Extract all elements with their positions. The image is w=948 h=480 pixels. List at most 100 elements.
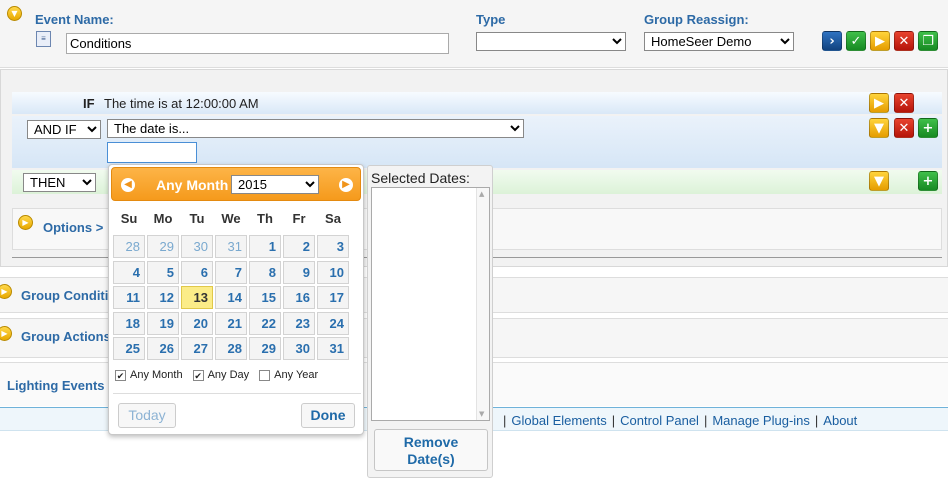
calendar-day[interactable]: 23 xyxy=(283,311,315,335)
options-link[interactable]: Options > xyxy=(43,220,103,235)
calendar-day[interactable]: 16 xyxy=(283,286,315,309)
event-header: ▼ Event Name: ≡ Type Group Reassign: Hom… xyxy=(0,0,948,68)
type-select[interactable] xyxy=(476,32,626,51)
date-input[interactable] xyxy=(107,142,197,163)
calendar-day[interactable]: 4 xyxy=(113,260,145,284)
checkbox-checked-icon[interactable]: ✔ xyxy=(115,369,126,381)
calendar-day[interactable]: 2 xyxy=(283,235,315,258)
calendar-day[interactable]: 30 xyxy=(181,235,213,258)
calendar-day[interactable]: 7 xyxy=(215,260,247,284)
prev-month-icon[interactable]: ◀ xyxy=(121,178,135,192)
footer-separator: | xyxy=(814,413,819,428)
collapse-then-button[interactable]: ▼ xyxy=(869,171,889,191)
calendar-day[interactable]: 18 xyxy=(113,311,145,335)
if-row: IF The time is at 12:00:00 AM ▶ ✕ xyxy=(12,92,942,114)
group-actions-toggle-icon[interactable]: ▶ xyxy=(0,326,12,341)
add-action-button[interactable]: + xyxy=(918,171,938,191)
calendar-day[interactable]: 8 xyxy=(249,260,281,284)
calendar-day[interactable]: 21 xyxy=(215,311,247,335)
remove-dates-button[interactable]: Remove Date(s) xyxy=(374,429,488,471)
calendar-day[interactable]: 17 xyxy=(317,286,349,309)
lighting-events-label[interactable]: Lighting Events xyxy=(7,378,105,393)
calendar-day[interactable]: 3 xyxy=(317,235,349,258)
calendar-day[interactable]: 24 xyxy=(317,311,349,335)
calendar-day[interactable]: 26 xyxy=(147,337,179,360)
expand-event-button[interactable]: ▶ xyxy=(870,31,890,51)
group-reassign-label: Group Reassign: xyxy=(644,12,749,27)
calendar-day[interactable]: 27 xyxy=(181,337,213,360)
event-name-label: Event Name: xyxy=(35,12,114,27)
delete-if-button[interactable]: ✕ xyxy=(894,93,914,113)
scroll-up-icon[interactable]: ▲ xyxy=(479,190,484,198)
footer-separator: | xyxy=(503,413,507,428)
expand-if-button[interactable]: ▶ xyxy=(869,93,889,113)
group-conditions-toggle-icon[interactable]: ▶ xyxy=(0,284,12,299)
calendar-day[interactable]: 12 xyxy=(147,286,179,309)
weekday-label: Mo xyxy=(153,211,173,226)
copy-event-button[interactable]: ❐ xyxy=(918,31,938,51)
calendar-day[interactable]: 15 xyxy=(249,286,281,309)
calendar-day[interactable]: 1 xyxy=(249,235,281,258)
calendar-day[interactable]: 19 xyxy=(147,311,179,335)
add-condition-button[interactable]: + xyxy=(918,118,938,138)
run-event-button[interactable]: › xyxy=(822,31,842,51)
checkbox-checked-icon[interactable]: ✔ xyxy=(192,369,204,381)
calendar-day[interactable]: 10 xyxy=(317,260,349,284)
then-select[interactable]: THEN xyxy=(23,173,96,192)
calendar-day[interactable]: 11 xyxy=(113,286,145,309)
calendar-day[interactable]: 20 xyxy=(181,311,213,335)
list-scrollbar[interactable]: ▲ ▼ xyxy=(476,188,489,420)
calendar-day[interactable]: 28 xyxy=(113,235,145,258)
and-if-select[interactable]: AND IF xyxy=(27,120,101,139)
calendar-day[interactable]: 6 xyxy=(181,260,213,284)
calendar-day[interactable]: 30 xyxy=(283,337,315,360)
today-button[interactable]: Today xyxy=(118,403,176,428)
scroll-down-icon[interactable]: ▼ xyxy=(479,410,484,418)
calendar-day[interactable]: 28 xyxy=(215,337,247,360)
footer-separator: | xyxy=(611,413,616,428)
options-toggle-icon[interactable]: ▶ xyxy=(18,215,33,230)
footer-link-manage-plugins[interactable]: Manage Plug-ins xyxy=(712,413,810,428)
footer-link-control-panel[interactable]: Control Panel xyxy=(620,413,699,428)
calendar-day[interactable]: 25 xyxy=(113,337,145,360)
weekday-label: Tu xyxy=(189,211,205,226)
footer-separator: | xyxy=(703,413,708,428)
calendar-day[interactable]: 29 xyxy=(249,337,281,360)
edit-event-icon[interactable]: ≡ xyxy=(36,31,51,47)
collapse-toggle-icon[interactable]: ▼ xyxy=(7,6,22,21)
calendar-day[interactable]: 9 xyxy=(283,260,315,284)
datepicker-option[interactable]: Any Year xyxy=(259,369,318,381)
calendar-day-today[interactable]: 13 xyxy=(181,286,213,309)
datepicker-option[interactable]: ✔ Any Day xyxy=(192,369,249,381)
delete-event-button[interactable]: ✕ xyxy=(894,31,914,51)
footer-link-global-elements[interactable]: Global Elements xyxy=(511,413,606,428)
selected-dates-title: Selected Dates: xyxy=(371,170,470,186)
calendar-day[interactable]: 5 xyxy=(147,260,179,284)
date-condition-select[interactable]: The date is... xyxy=(107,119,524,138)
month-label: Any Month xyxy=(156,177,229,193)
datepicker-option[interactable]: ✔ Any Month xyxy=(115,369,183,381)
weekday-label: We xyxy=(221,211,241,226)
footer-link-about[interactable]: About xyxy=(823,413,857,428)
save-event-button[interactable]: ✓ xyxy=(846,31,866,51)
checkbox-unchecked-icon[interactable] xyxy=(259,369,271,381)
calendar-day[interactable]: 14 xyxy=(215,286,247,309)
if-label: IF xyxy=(83,96,95,111)
selected-dates-panel: Selected Dates: ▲ ▼ Remove Date(s) xyxy=(367,165,493,478)
weekday-label: Sa xyxy=(325,211,341,226)
if-condition-text: The time is at 12:00:00 AM xyxy=(104,96,259,111)
delete-and-if-button[interactable]: ✕ xyxy=(894,118,914,138)
event-name-input[interactable] xyxy=(66,33,449,54)
year-select[interactable]: 2015 xyxy=(231,175,319,194)
calendar-day[interactable]: 29 xyxy=(147,235,179,258)
group-actions-label[interactable]: Group Actions xyxy=(21,329,111,344)
selected-dates-list[interactable]: ▲ ▼ xyxy=(371,187,490,421)
calendar-day[interactable]: 31 xyxy=(317,337,349,360)
datepicker-header: ◀ Any Month 2015 ▶ xyxy=(111,167,361,201)
next-month-icon[interactable]: ▶ xyxy=(339,178,353,192)
calendar-day[interactable]: 31 xyxy=(215,235,247,258)
group-reassign-select[interactable]: HomeSeer Demo xyxy=(644,32,794,51)
calendar-day[interactable]: 22 xyxy=(249,311,281,335)
done-button[interactable]: Done xyxy=(301,403,355,428)
collapse-and-if-button[interactable]: ▼ xyxy=(869,118,889,138)
